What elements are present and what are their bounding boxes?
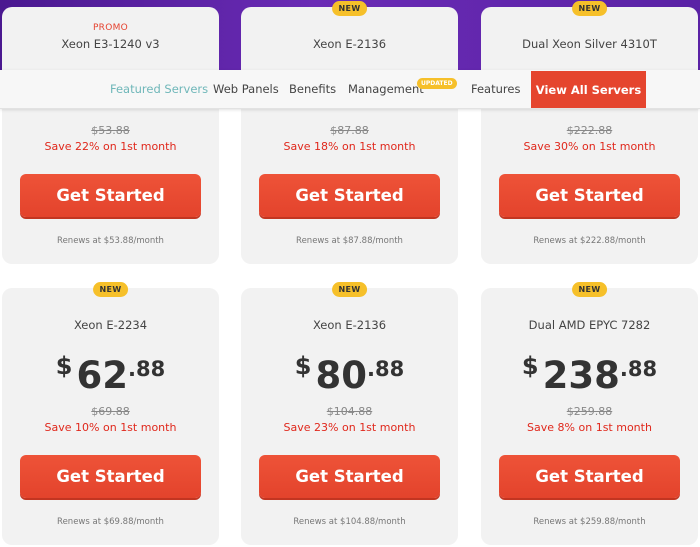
new-badge: NEW <box>571 1 608 16</box>
server-card-xeon-e-2136-top: NEW Xeon E-2136 $87.88 Save 18% on 1st m… <box>241 1 458 264</box>
old-price: $222.88 <box>566 124 613 137</box>
old-price: $259.88 <box>566 405 613 418</box>
old-price: $53.88 <box>91 124 130 137</box>
promo-label: PROMO <box>92 23 129 33</box>
get-started-button[interactable]: Get Started <box>259 174 440 217</box>
price-whole: 80 <box>315 354 368 397</box>
nav-featured-servers[interactable]: Featured Servers <box>110 82 208 96</box>
currency-symbol: $ <box>55 352 73 380</box>
renews-text: Renews at $259.88/month <box>533 517 646 527</box>
server-title: Dual Xeon Silver 4310T <box>522 37 657 51</box>
old-price: $69.88 <box>91 405 130 418</box>
get-started-button[interactable]: Get Started <box>20 455 201 498</box>
discount-text: Save 22% on 1st month <box>44 140 177 153</box>
price: $62.88 <box>2 352 219 397</box>
price: $80.88 <box>241 352 458 397</box>
renews-text: Renews at $222.88/month <box>533 236 646 246</box>
new-badge: NEW <box>571 282 608 297</box>
server-title: Xeon E-2234 <box>73 318 148 332</box>
price-cents: .88 <box>367 357 405 381</box>
renews-text: Renews at $69.88/month <box>57 517 164 527</box>
renews-text: Renews at $104.88/month <box>293 517 406 527</box>
price: $238.88 <box>481 352 698 397</box>
price-whole: 238 <box>542 354 620 397</box>
price-cents: .88 <box>619 357 658 381</box>
view-all-servers-button[interactable]: View All Servers <box>531 71 646 108</box>
price-cents: .88 <box>128 357 166 381</box>
server-title: Xeon E-2136 <box>312 37 387 51</box>
server-card-xeon-e3-1240: PROMO Xeon E3-1240 v3 $53.88 Save 22% on… <box>2 7 219 264</box>
server-card-dual-amd-epyc: NEW Dual AMD EPYC 7282 $238.88 $259.88 S… <box>481 282 698 545</box>
server-card-xeon-e-2234: NEW Xeon E-2234 $62.88 $69.88 Save 10% o… <box>2 282 219 545</box>
new-badge: NEW <box>331 1 368 16</box>
server-title: Xeon E3-1240 v3 <box>61 37 160 51</box>
server-card-xeon-e-2136: NEW Xeon E-2136 $80.88 $104.88 Save 23% … <box>241 282 458 545</box>
updated-badge: UPDATED <box>417 78 457 89</box>
nav-web-panels[interactable]: Web Panels <box>213 82 279 96</box>
discount-text: Save 8% on 1st month <box>527 421 652 434</box>
currency-symbol: $ <box>521 352 539 380</box>
discount-text: Save 30% on 1st month <box>523 140 656 153</box>
get-started-button[interactable]: Get Started <box>499 174 680 217</box>
old-price: $104.88 <box>326 405 373 418</box>
discount-text: Save 18% on 1st month <box>283 140 416 153</box>
new-badge: NEW <box>331 282 368 297</box>
nav-features[interactable]: Features <box>471 82 520 96</box>
discount-text: Save 23% on 1st month <box>283 421 416 434</box>
renews-text: Renews at $53.88/month <box>57 236 164 246</box>
old-price: $87.88 <box>330 124 369 137</box>
nav-benefits[interactable]: Benefits <box>289 82 336 96</box>
new-badge: NEW <box>92 282 129 297</box>
renews-text: Renews at $87.88/month <box>296 236 403 246</box>
nav-management[interactable]: Management <box>348 82 424 96</box>
currency-symbol: $ <box>294 352 312 380</box>
server-title: Dual AMD EPYC 7282 <box>528 318 651 332</box>
get-started-button[interactable]: Get Started <box>499 455 680 498</box>
get-started-button[interactable]: Get Started <box>259 455 440 498</box>
server-card-dual-xeon-silver: NEW Dual Xeon Silver 4310T $222.88 Save … <box>481 1 698 264</box>
server-title: Xeon E-2136 <box>312 318 387 332</box>
price-whole: 62 <box>76 354 129 397</box>
get-started-button[interactable]: Get Started <box>20 174 201 217</box>
discount-text: Save 10% on 1st month <box>44 421 177 434</box>
